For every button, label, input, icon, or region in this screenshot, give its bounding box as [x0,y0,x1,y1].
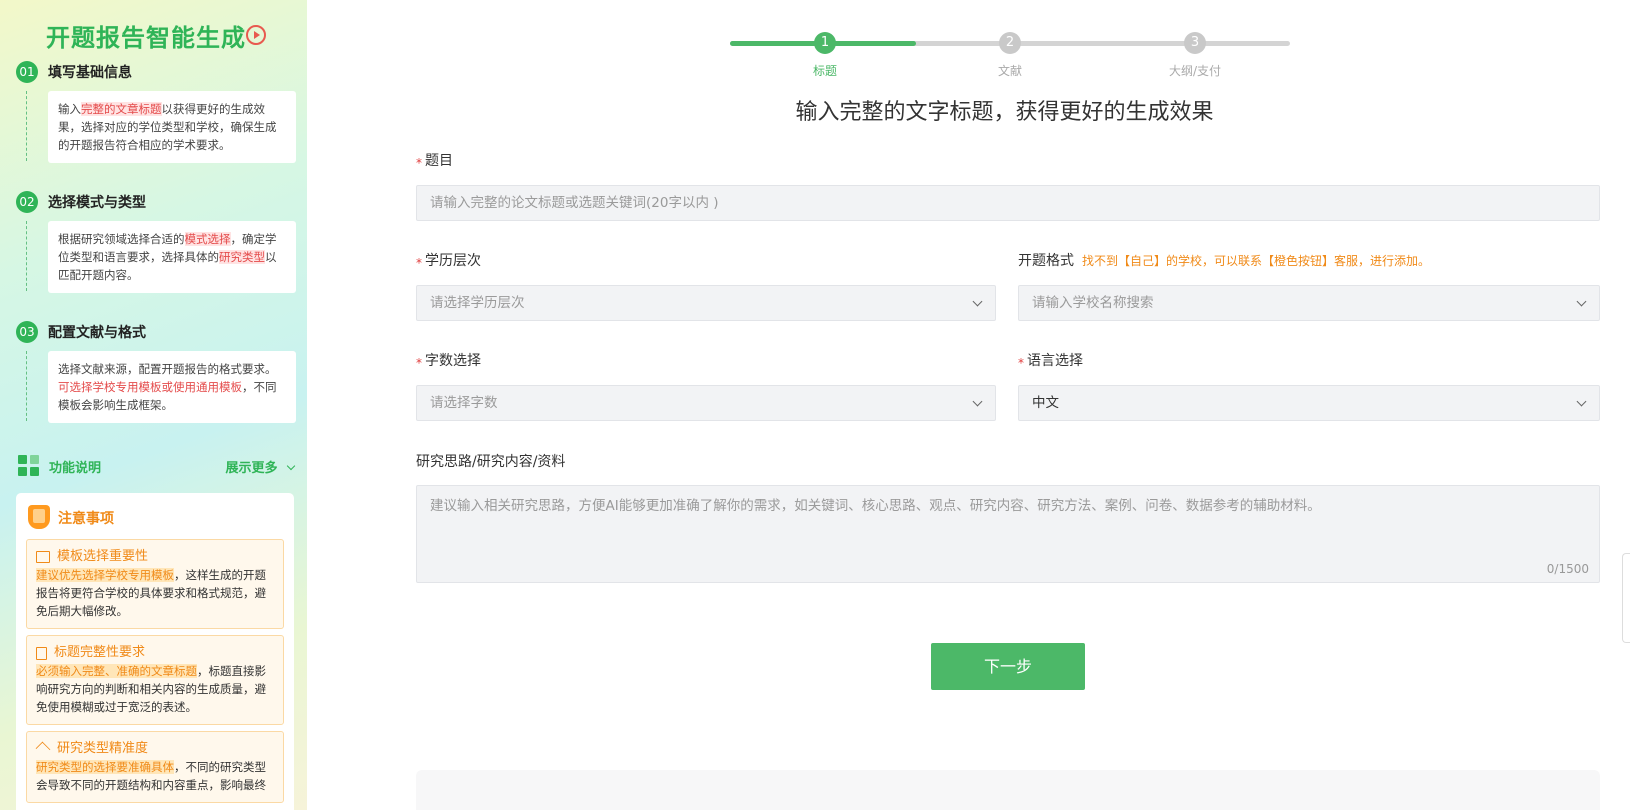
required-mark: * [416,356,422,370]
step-number: 03 [16,321,38,343]
research-placeholder: 建议输入相关研究思路，方便AI能够更加准确了解你的需求，如关键词、核心思路、观点… [430,498,1321,514]
step-dot-1: 1 [814,32,836,54]
notice-card-template: 模板选择重要性 建议优先选择学校专用模板，这样生成的开题报告将更符合学校的具体要… [26,539,284,629]
step-label-3: 大纲/支付 [1168,64,1222,78]
step-title: 填写基础信息 [48,65,132,81]
step-dot-3: 3 [1184,32,1206,54]
step-number: 01 [16,61,38,83]
degree-select[interactable]: 请选择学历层次 [416,285,996,321]
card-highlight: 研究类型 [219,250,265,264]
step-card: 选择文献来源，配置开题报告的格式要求。可选择学校专用模板或使用通用模板，不同模板… [48,351,296,423]
degree-placeholder: 请选择学历层次 [430,295,525,311]
word-count-label-text: 字数选择 [425,353,481,369]
required-mark: * [416,256,422,270]
research-label: 研究思路/研究内容/资料 [416,454,566,470]
notice-icon [28,505,50,529]
notice-card-title-req: 标题完整性要求 必须输入完整、准确的文章标题，标题直接影响研究方向的判断和相关内… [26,635,284,725]
topic-label-text: 题目 [425,153,453,169]
school-placeholder: 请输入学校名称搜索 [1032,295,1154,311]
topic-input[interactable]: 请输入完整的论文标题或选题关键词(20字以内 ) [416,185,1600,221]
card-text: 根据研究领域选择合适的 [58,232,185,246]
notice-card-title: 标题完整性要求 [36,644,274,662]
graduation-cap-icon [35,741,51,757]
degree-label: * 学历层次 [416,250,481,270]
step-label-1: 标题 [812,64,837,78]
show-more-button[interactable]: 展示更多 [225,457,296,476]
step-connector [26,91,27,161]
word-count-select[interactable]: 请选择字数 [416,385,996,421]
card-text: 选择文献来源，配置开题报告的格式要求。 [58,362,277,376]
bottom-panel [416,770,1600,810]
grid-icon [18,455,40,477]
chevron-down-icon [1576,396,1587,407]
required-mark: * [1018,356,1024,370]
notice-highlight: 研究类型的选择要准确具体 [36,760,174,774]
chevron-down-icon [1576,296,1587,307]
word-count-label: * 字数选择 [416,350,481,370]
book-icon [36,551,50,563]
notice-card-title: 模板选择重要性 [36,548,274,566]
format-label: 开题格式 找不到【自己】的学校，可以联系【橙色按钮】客服，进行添加。 [1018,250,1430,270]
notice-card-title: 研究类型精准度 [35,740,274,758]
language-select[interactable]: 中文 [1018,385,1600,421]
notice-card-research-type: 研究类型精准度 研究类型的选择要准确具体，不同的研究类型会导致不同的开题结构和内… [26,731,284,803]
step-card: 根据研究领域选择合适的模式选择，确定学位类型和语言要求，选择具体的研究类型以匹配… [48,221,296,293]
language-label: * 语言选择 [1018,350,1083,370]
next-step-button[interactable]: 下一步 [931,643,1085,690]
sidebar-title: 开题报告智能生成 [46,24,246,52]
school-search-select[interactable]: 请输入学校名称搜索 [1018,285,1600,321]
chevron-down-icon [972,396,983,407]
step-title: 选择模式与类型 [48,195,146,211]
notice-highlight: 建议优先选择学校专用模板 [36,568,174,582]
card-text: 输入 [58,102,81,116]
format-note: 找不到【自己】的学校，可以联系【橙色按钮】客服，进行添加。 [1082,254,1431,268]
degree-label-text: 学历层次 [425,253,481,269]
card-highlight: 可选择学校专用模板或使用通用模板 [58,380,242,394]
show-more-label: 展示更多 [225,461,278,476]
sidebar: 开题报告智能生成 01 填写基础信息 输入完整的文章标题以获得更好的生成效果，选… [0,0,307,810]
step-card: 输入完整的文章标题以获得更好的生成效果，选择对应的学位类型和学校，确保生成的开题… [48,91,296,163]
function-row: 功能说明 展示更多 [18,453,298,477]
notice-panel: 注意事项 模板选择重要性 建议优先选择学校专用模板，这样生成的开题报告将更符合学… [16,493,294,810]
page: 开题报告智能生成 01 填写基础信息 输入完整的文章标题以获得更好的生成效果，选… [0,0,1630,810]
language-label-text: 语言选择 [1027,353,1083,369]
chevron-down-icon [972,296,983,307]
side-float-tab[interactable] [1622,553,1630,643]
char-counter: 0/1500 [1546,562,1589,576]
card-highlight: 模式选择 [184,232,231,246]
step-number: 02 [16,191,38,213]
word-count-placeholder: 请选择字数 [430,395,498,411]
step-title: 配置文献与格式 [48,325,146,341]
format-label-text: 开题格式 [1018,253,1074,269]
page-heading: 输入完整的文字标题，获得更好的生成效果 [795,100,1214,125]
function-label: 功能说明 [49,461,102,476]
research-textarea[interactable]: 建议输入相关研究思路，方便AI能够更加准确了解你的需求，如关键词、核心思路、观点… [416,485,1600,583]
required-mark: * [416,156,422,170]
notice-card-title-text: 模板选择重要性 [57,549,149,564]
language-value: 中文 [1032,395,1059,411]
step-connector [26,351,27,421]
notice-highlight: 必须输入完整、准确的文章标题 [36,664,197,678]
main-content: 1 标题 2 文献 3 大纲/支付 输入完整的文字标题，获得更好的生成效果 * 题… [307,0,1630,810]
document-icon [36,646,47,660]
notice-card-title-text: 研究类型精准度 [57,741,149,756]
chevron-down-icon [286,461,296,471]
notice-title: 注意事项 [58,511,114,527]
topic-label: * 题目 [416,150,453,170]
card-highlight: 完整的文章标题 [81,102,162,116]
step-dot-2: 2 [999,32,1021,54]
step-label-2: 文献 [997,64,1022,78]
progress-stepper: 1 标题 2 文献 3 大纲/支付 [730,30,1290,80]
play-icon[interactable] [246,25,266,45]
step-connector [26,221,27,291]
notice-card-title-text: 标题完整性要求 [54,645,146,660]
